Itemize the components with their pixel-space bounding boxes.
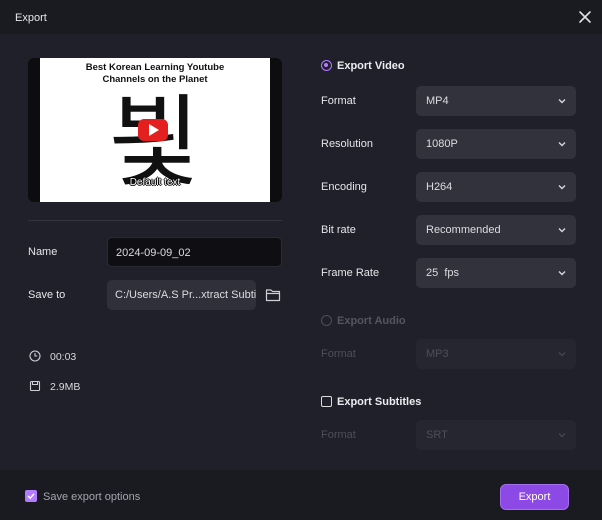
chevron-down-icon — [557, 139, 567, 149]
name-label: Name — [28, 246, 58, 258]
thumbnail-title-line2: Channels on the Planet — [102, 74, 208, 85]
resolution-value: 1080P — [426, 138, 458, 150]
export-video-radio[interactable] — [321, 60, 332, 71]
subtitle-format-value: SRT — [426, 429, 448, 441]
export-video-label: Export Video — [337, 60, 405, 72]
format-select[interactable]: MP4 — [416, 86, 576, 116]
divider — [28, 220, 282, 221]
thumbnail-title-line1: Best Korean Learning Youtube — [85, 62, 225, 73]
framerate-select[interactable]: 25 fps — [416, 258, 576, 288]
video-thumbnail: 뵟 Best Korean Learning Youtube Channels … — [40, 58, 270, 202]
play-icon — [138, 119, 168, 141]
export-button[interactable]: Export — [500, 484, 569, 510]
export-audio-radio[interactable] — [321, 315, 332, 326]
chevron-down-icon — [557, 349, 567, 359]
export-audio-label: Export Audio — [337, 315, 406, 327]
format-value: MP4 — [426, 95, 449, 107]
duration-text: 00:03 — [50, 351, 77, 363]
name-input[interactable]: 2024-09-09_02 — [107, 237, 282, 267]
thumbnail-title: Best Korean Learning Youtube Channels on… — [40, 62, 270, 86]
chevron-down-icon — [557, 182, 567, 192]
clock-icon — [29, 350, 41, 362]
audio-format-label: Format — [321, 348, 356, 360]
check-icon — [27, 493, 35, 500]
save-to-label: Save to — [28, 289, 66, 301]
resolution-label: Resolution — [321, 138, 373, 150]
save-options-checkbox[interactable] — [25, 490, 37, 502]
chevron-down-icon — [557, 268, 567, 278]
encoding-value: H264 — [426, 181, 453, 193]
save-options-label: Save export options — [43, 491, 141, 503]
subtitle-format-select[interactable]: SRT — [416, 420, 576, 450]
chevron-down-icon — [557, 96, 567, 106]
audio-format-select[interactable]: MP3 — [416, 339, 576, 369]
save-path-field[interactable]: C:/Users/A.S Pr...xtract Subtitle — [107, 280, 256, 310]
window-title: Export — [15, 12, 47, 24]
file-size-icon — [29, 380, 41, 392]
export-subtitles-label: Export Subtitles — [337, 396, 422, 408]
subtitle-overlay-text: Default text — [129, 177, 181, 188]
bitrate-label: Bit rate — [321, 224, 356, 236]
chevron-down-icon — [557, 430, 567, 440]
title-bar — [0, 0, 602, 34]
chevron-down-icon — [557, 225, 567, 235]
encoding-select[interactable]: H264 — [416, 172, 576, 202]
subtitle-format-label: Format — [321, 429, 356, 441]
resolution-select[interactable]: 1080P — [416, 129, 576, 159]
export-subtitles-checkbox[interactable] — [321, 396, 332, 407]
encoding-label: Encoding — [321, 181, 367, 193]
bitrate-value: Recommended — [426, 224, 501, 236]
file-size-text: 2.9MB — [50, 381, 81, 393]
framerate-value: 25 fps — [426, 267, 460, 279]
audio-format-value: MP3 — [426, 348, 449, 360]
framerate-label: Frame Rate — [321, 267, 380, 279]
video-preview: 뵟 Best Korean Learning Youtube Channels … — [28, 58, 282, 202]
close-icon[interactable] — [577, 9, 593, 25]
format-label: Format — [321, 95, 356, 107]
bitrate-select[interactable]: Recommended — [416, 215, 576, 245]
folder-icon[interactable] — [265, 288, 281, 302]
